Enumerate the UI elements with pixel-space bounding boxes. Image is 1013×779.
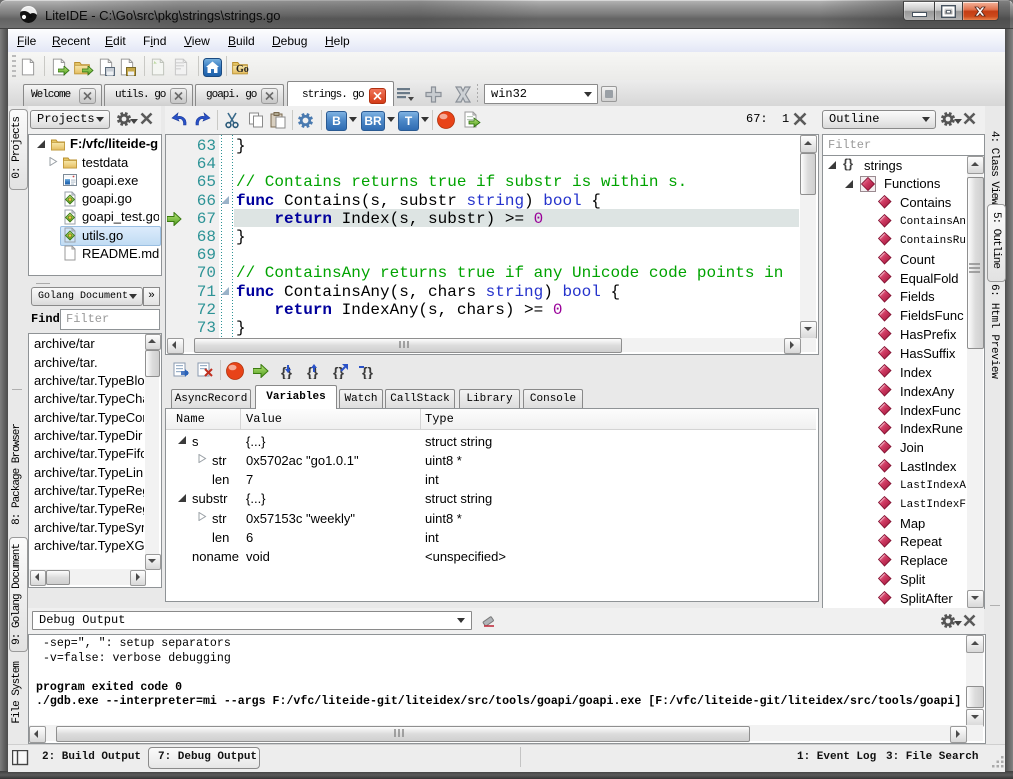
svg-text:{}: {}: [333, 364, 344, 379]
svg-text:{}: {}: [281, 364, 292, 379]
